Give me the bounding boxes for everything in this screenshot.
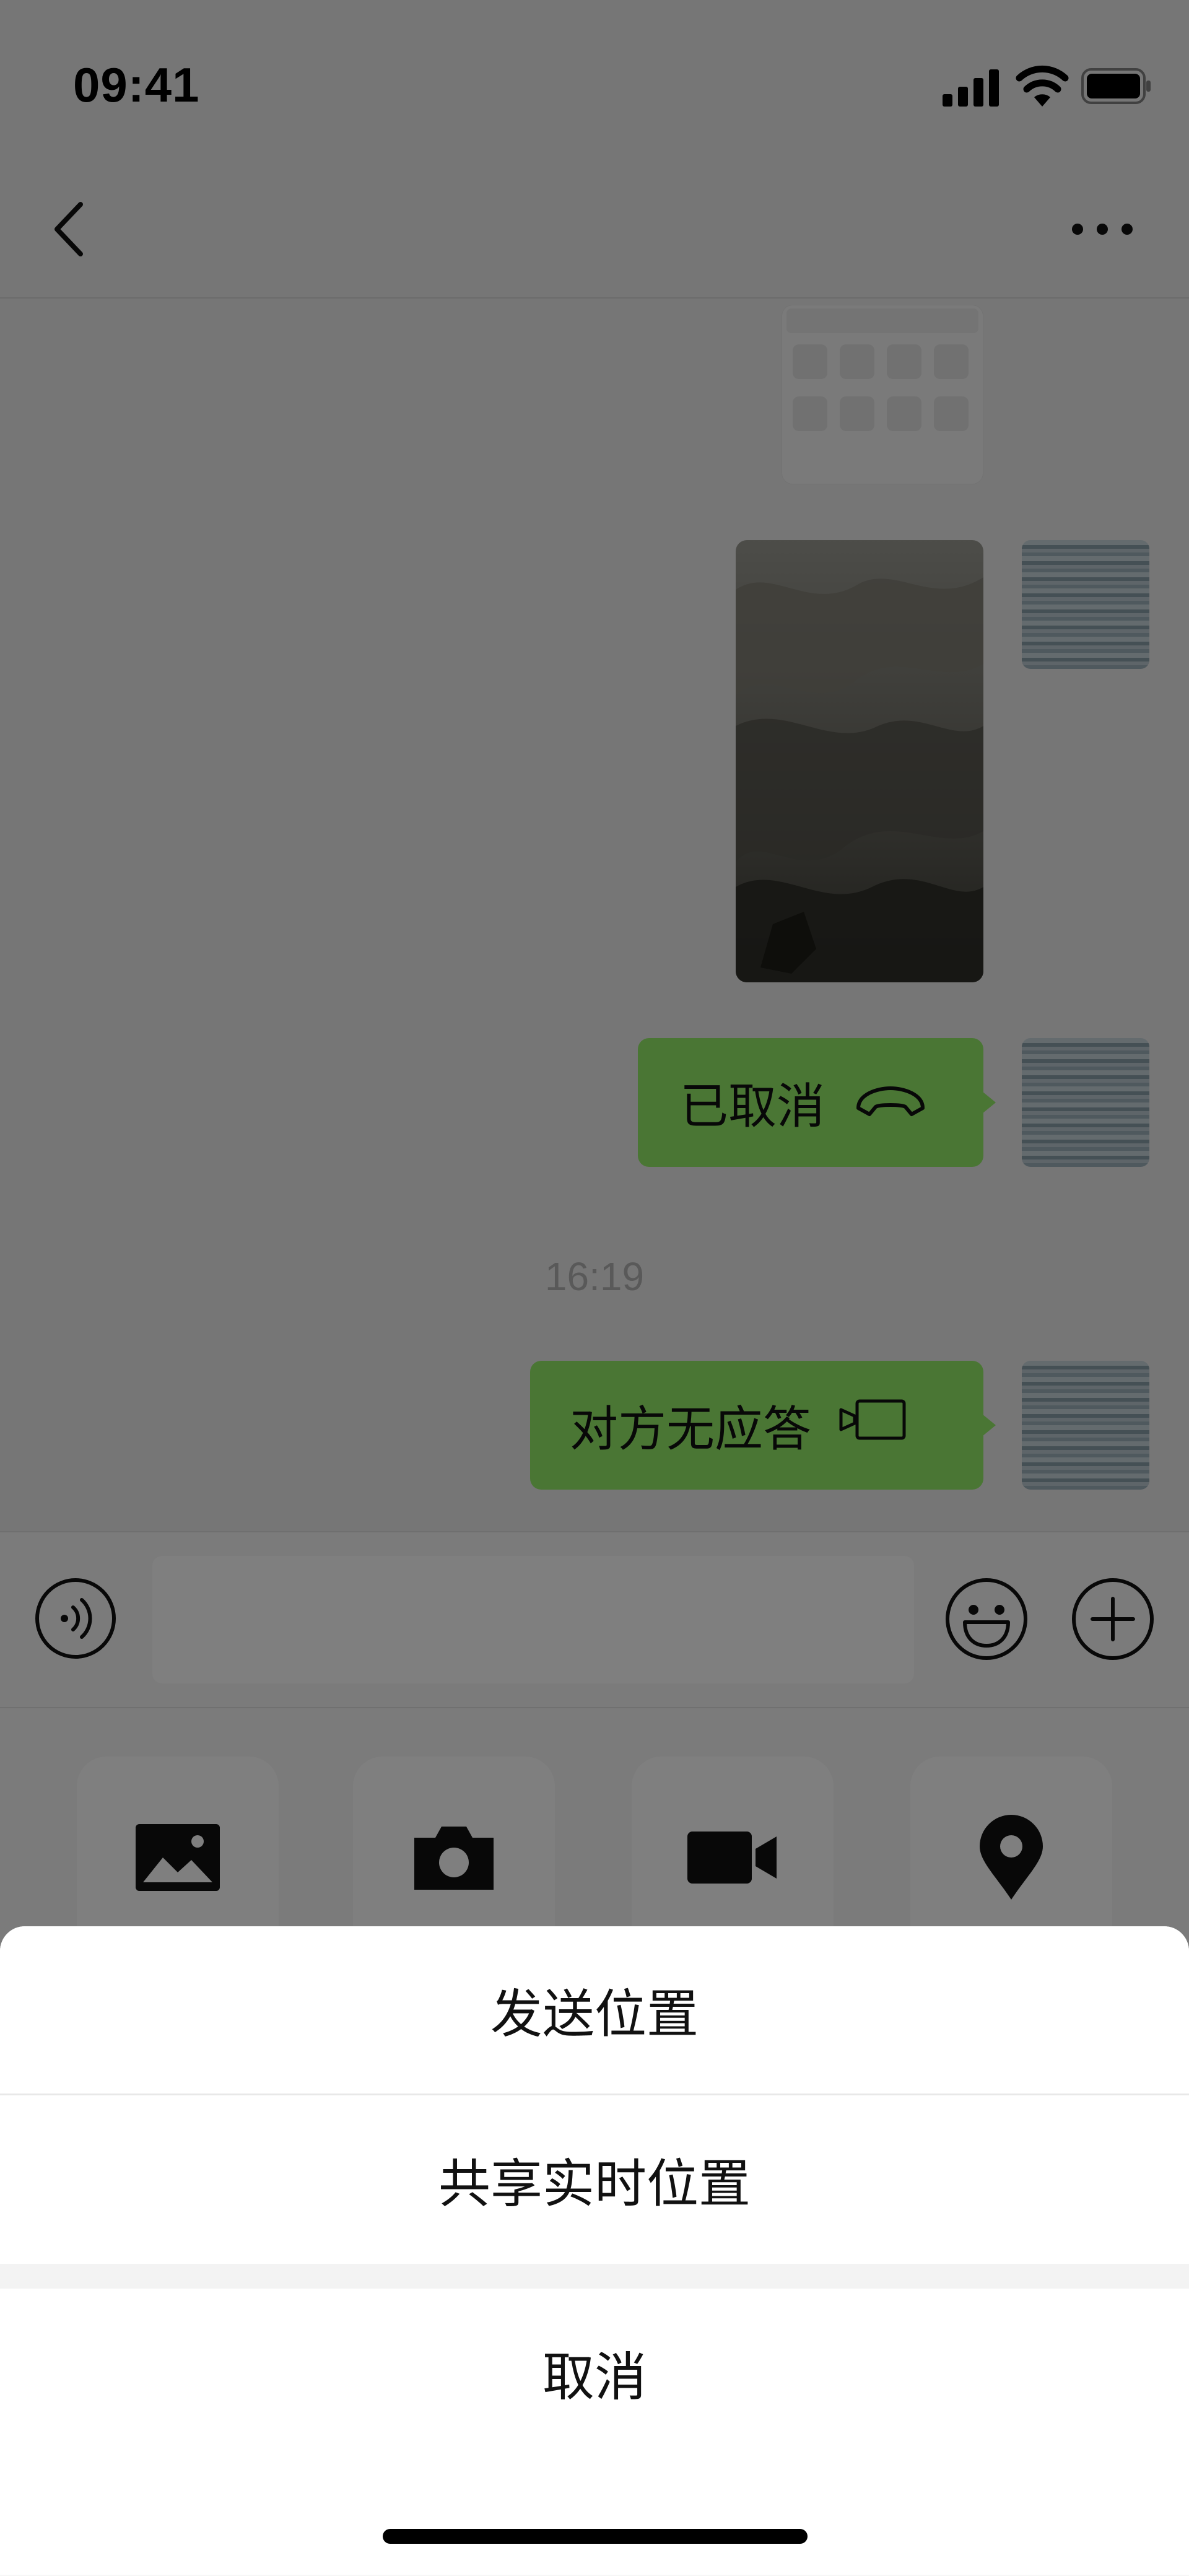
- home-indicator: [383, 2529, 808, 2544]
- cancel-button[interactable]: 取消: [0, 2289, 1189, 2457]
- share-live-location-option[interactable]: 共享实时位置: [0, 2095, 1189, 2264]
- section-gap: [0, 2264, 1189, 2289]
- send-location-option[interactable]: 发送位置: [0, 1926, 1189, 2094]
